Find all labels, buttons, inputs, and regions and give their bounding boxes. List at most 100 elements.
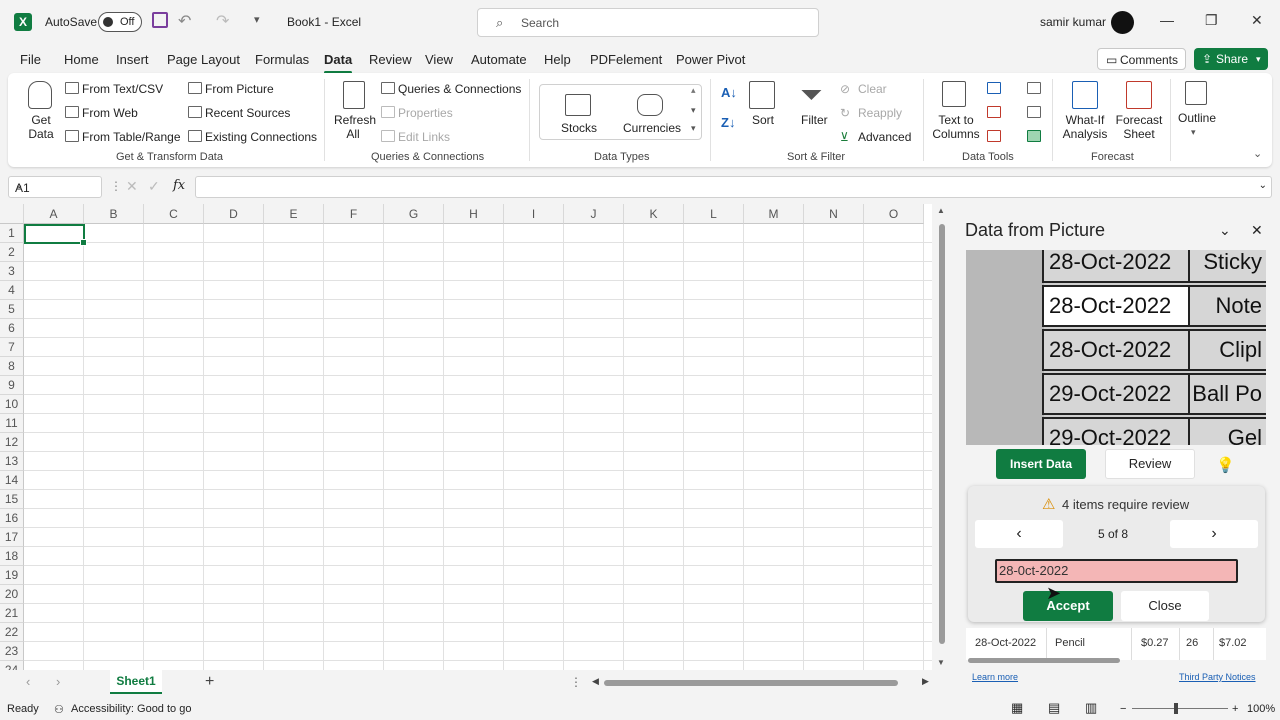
forecast-sheet-button[interactable]: Forecast Sheet (1114, 113, 1164, 141)
row-header-17[interactable]: 17 (0, 528, 24, 547)
review-button[interactable]: Review (1105, 449, 1195, 479)
what-if-analysis-button[interactable]: What-If Analysis (1061, 113, 1109, 141)
scroll-up-icon[interactable]: ▴ (691, 85, 696, 96)
more-types-icon[interactable]: ▾ (691, 123, 696, 134)
scroll-down-icon[interactable]: ▾ (691, 105, 696, 116)
scroll-left-icon[interactable]: ◀ (592, 676, 599, 687)
properties-button[interactable]: Properties (398, 106, 453, 120)
zoom-out-icon[interactable]: − (1120, 703, 1126, 715)
row-header-23[interactable]: 23 (0, 642, 24, 661)
row-header-16[interactable]: 16 (0, 509, 24, 528)
close-window-icon[interactable]: ✕ (1251, 12, 1263, 29)
share-button[interactable]: ⇪ Share ▾ (1194, 48, 1268, 70)
column-header-k[interactable]: K (624, 204, 684, 224)
insert-function-icon[interactable]: fx (173, 178, 185, 193)
zoom-level[interactable]: 100% (1247, 703, 1275, 715)
reapply-button[interactable]: Reapply (858, 106, 902, 120)
tab-view[interactable]: View (425, 52, 453, 67)
relationships-icon[interactable] (1027, 106, 1041, 118)
tab-home[interactable]: Home (64, 52, 99, 67)
prev-sheet-icon[interactable]: ‹ (26, 674, 30, 689)
sort-az-icon[interactable]: A↓ (721, 85, 737, 100)
minimize-icon[interactable]: — (1160, 12, 1174, 28)
formula-input[interactable]: ⌄ (195, 176, 1272, 198)
row-header-15[interactable]: 15 (0, 490, 24, 509)
column-header-o[interactable]: O (864, 204, 924, 224)
column-header-i[interactable]: I (504, 204, 564, 224)
recent-sources-button[interactable]: Recent Sources (205, 106, 290, 120)
from-text-csv-button[interactable]: From Text/CSV (82, 82, 163, 96)
chevron-down-icon[interactable]: ▾ (1256, 54, 1261, 65)
pane-options-icon[interactable]: ⌄ (1219, 222, 1231, 239)
clear-button[interactable]: Clear (858, 82, 887, 96)
pane-horizontal-scroll[interactable] (968, 658, 1120, 663)
refresh-all-button[interactable]: Refresh All (334, 113, 376, 141)
column-header-b[interactable]: B (84, 204, 144, 224)
redo-icon[interactable]: ↷ (216, 11, 229, 31)
sort-za-icon[interactable]: Z↓ (721, 115, 735, 130)
autosave-toggle[interactable]: Off (98, 12, 142, 32)
zoom-slider-thumb[interactable] (1174, 703, 1178, 714)
column-header-g[interactable]: G (384, 204, 444, 224)
next-item-button[interactable]: › (1170, 520, 1258, 548)
scroll-down-icon[interactable]: ▼ (937, 658, 945, 667)
row-header-14[interactable]: 14 (0, 471, 24, 490)
data-validation-icon[interactable] (987, 130, 1001, 142)
user-name[interactable]: samir kumar (1040, 15, 1106, 29)
review-value-field[interactable]: 28-0ct-2022 (995, 559, 1238, 583)
third-party-notices-link[interactable]: Third Party Notices (1179, 672, 1256, 682)
tab-insert[interactable]: Insert (116, 52, 149, 67)
page-layout-view-icon[interactable]: ▤ (1048, 700, 1060, 716)
comments-button[interactable]: ▭ Comments (1097, 48, 1186, 70)
learn-more-link[interactable]: Learn more (972, 672, 1018, 682)
row-header-1[interactable]: 1 (0, 224, 24, 243)
column-header-j[interactable]: J (564, 204, 624, 224)
currencies-button[interactable]: Currencies (623, 121, 681, 135)
insert-data-button[interactable]: Insert Data (996, 449, 1086, 479)
row-header-24[interactable]: 24 (0, 661, 24, 670)
page-break-view-icon[interactable]: ▥ (1085, 700, 1097, 716)
row-header-21[interactable]: 21 (0, 604, 24, 623)
column-header-m[interactable]: M (744, 204, 804, 224)
filter-button[interactable]: Filter (801, 113, 828, 127)
collapse-ribbon-icon[interactable]: ⌄ (1253, 147, 1262, 160)
remove-duplicates-icon[interactable] (987, 106, 1001, 118)
stocks-button[interactable]: Stocks (561, 121, 597, 135)
consolidate-icon[interactable] (1027, 82, 1041, 94)
sort-button[interactable]: Sort (752, 113, 774, 127)
lightbulb-icon[interactable]: 💡 (1216, 456, 1235, 474)
row-header-19[interactable]: 19 (0, 566, 24, 585)
undo-icon[interactable]: ↶ (178, 11, 191, 31)
name-box[interactable]: A1 ⌄ (8, 176, 102, 198)
scroll-right-icon[interactable]: ▶ (922, 676, 929, 687)
row-header-6[interactable]: 6 (0, 319, 24, 338)
row-header-18[interactable]: 18 (0, 547, 24, 566)
tab-help[interactable]: Help (544, 52, 571, 67)
column-header-h[interactable]: H (444, 204, 504, 224)
row-header-20[interactable]: 20 (0, 585, 24, 604)
sheet-tab-sheet1[interactable]: Sheet1 (110, 670, 162, 694)
tab-formulas[interactable]: Formulas (255, 52, 309, 67)
column-header-f[interactable]: F (324, 204, 384, 224)
outline-button[interactable]: Outline (1178, 111, 1216, 125)
vertical-scrollbar[interactable]: ▲ ▼ (936, 206, 948, 670)
text-to-columns-button[interactable]: Text to Columns (930, 113, 982, 141)
zoom-in-icon[interactable]: + (1232, 703, 1238, 715)
flash-fill-icon[interactable] (987, 82, 1001, 94)
column-header-l[interactable]: L (684, 204, 744, 224)
previous-item-button[interactable]: ‹ (975, 520, 1063, 548)
restore-icon[interactable]: ❐ (1205, 12, 1218, 29)
expand-formula-icon[interactable]: ⌄ (1259, 180, 1267, 191)
row-header-10[interactable]: 10 (0, 395, 24, 414)
row-header-5[interactable]: 5 (0, 300, 24, 319)
tab-data[interactable]: Data (324, 52, 353, 74)
tab-pdfelement[interactable]: PDFelement (590, 52, 662, 67)
search-box[interactable]: ⌕ Search (477, 8, 819, 37)
row-header-12[interactable]: 12 (0, 433, 24, 452)
tab-automate[interactable]: Automate (471, 52, 527, 67)
scroll-thumb[interactable] (939, 224, 945, 644)
scroll-up-icon[interactable]: ▲ (937, 206, 945, 215)
from-web-button[interactable]: From Web (82, 106, 138, 120)
existing-connections-button[interactable]: Existing Connections (205, 130, 317, 144)
cancel-icon[interactable]: ✕ (126, 178, 138, 195)
